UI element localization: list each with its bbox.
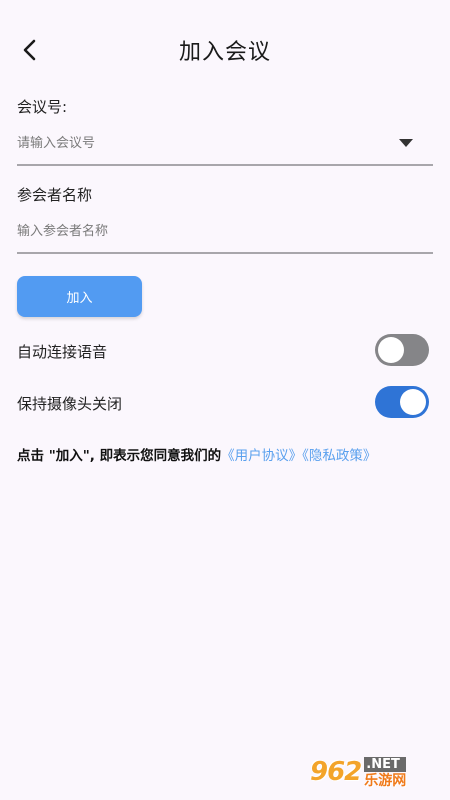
agreement-text: 点击 "加入", 即表示您同意我们的《用户协议》《隐私政策》 [17,444,376,464]
watermark-net: .NET [364,756,407,772]
user-agreement-link[interactable]: 《用户协议》 [221,448,302,464]
page-title: 加入会议 [178,40,271,65]
meeting-id-underline [17,164,433,166]
agreement-prefix: 点击 "加入", 即表示您同意我们的 [17,448,222,464]
participant-name-input[interactable] [17,216,433,246]
toggle-knob [378,337,404,363]
site-watermark: 962 .NET 乐游网 [310,750,444,794]
join-button-label: 加入 [66,291,93,306]
privacy-policy-link[interactable]: 《隐私政策》 [302,448,376,464]
join-button[interactable]: 加入 [17,276,142,317]
header: 加入会议 [0,0,450,100]
participant-name-label: 参会者名称 [17,186,93,204]
watermark-site: 乐游网 [364,772,407,789]
auto-audio-toggle[interactable] [375,334,429,366]
meeting-id-input[interactable] [17,128,433,158]
meeting-history-dropdown[interactable] [392,132,420,154]
meeting-id-label: 会议号: [17,98,68,116]
auto-audio-label: 自动连接语音 [17,343,108,361]
caret-down-icon [399,139,413,147]
participant-name-underline [17,252,433,254]
toggle-knob [400,389,426,415]
watermark-logo: 962 [310,757,362,787]
camera-off-label: 保持摄像头关闭 [17,395,123,413]
camera-off-toggle[interactable] [375,386,429,418]
watermark-text: .NET 乐游网 [364,756,407,789]
